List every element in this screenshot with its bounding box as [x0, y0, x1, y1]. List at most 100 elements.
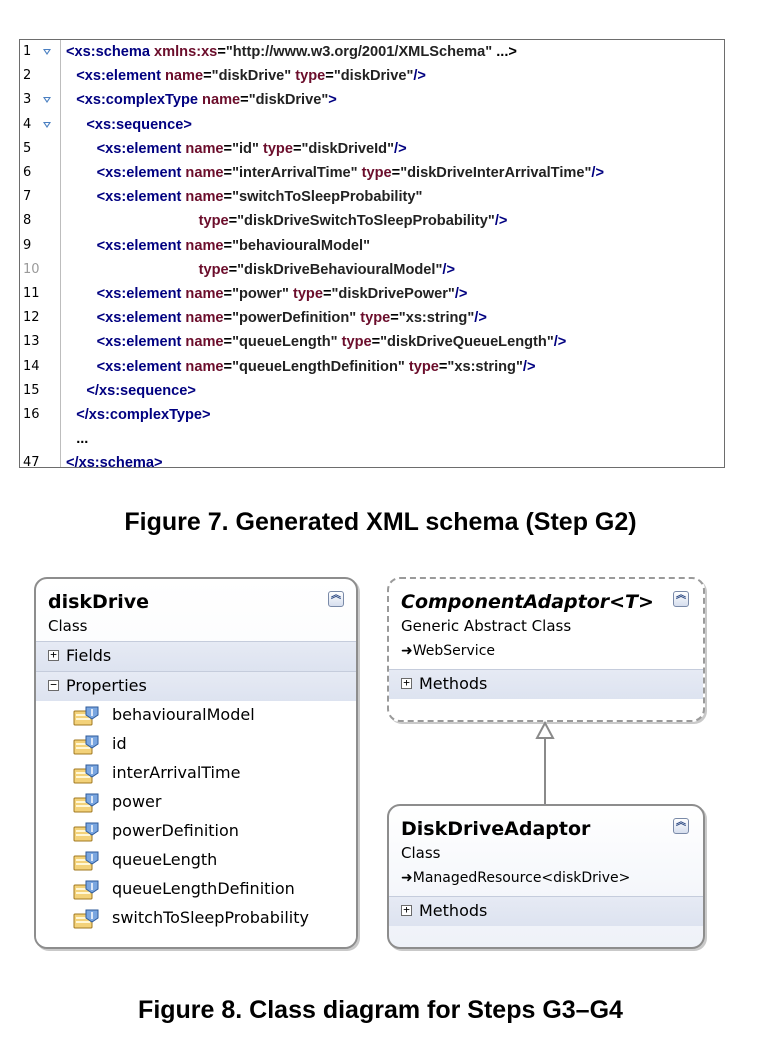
code-token: "diskDrive"	[211, 68, 296, 85]
code-line: 16 </xs:complexType>	[20, 403, 724, 427]
property-label: id	[112, 734, 127, 753]
componentadaptor-inherits: ➜WebService	[401, 643, 495, 659]
code-token: "diskDriveSwitchToSleepProbability"	[237, 213, 495, 230]
line-number: 10	[23, 261, 40, 277]
diskdrive-collapse-icon[interactable]: ︽	[328, 591, 344, 607]
code-text: type="diskDriveSwitchToSleepProbability"…	[199, 209, 508, 233]
fields-label: Fields	[66, 646, 112, 665]
code-text: </xs:schema>	[66, 451, 163, 467]
code-line: 4 <xs:sequence>	[20, 113, 724, 137]
code-token: </xs:sequence>	[86, 382, 196, 399]
componentadaptor-class-box[interactable]: ComponentAdaptor<T> Generic Abstract Cla…	[387, 577, 705, 722]
property-icon	[72, 850, 100, 872]
componentadaptor-collapse-icon[interactable]: ︽	[673, 591, 689, 607]
code-token: =	[223, 189, 233, 206]
code-token: <xs:element	[96, 310, 186, 327]
collapse-minus-icon[interactable]: −	[48, 679, 59, 691]
componentadaptor-methods-section[interactable]: + Methods	[389, 669, 703, 699]
property-item[interactable]: queueLength	[72, 848, 352, 876]
diskdriveadaptor-collapse-icon[interactable]: ︽	[673, 818, 689, 834]
code-token: "behaviouralModel"	[232, 237, 370, 254]
property-item[interactable]: switchToSleepProbability	[72, 906, 352, 934]
line-number: 9	[23, 237, 32, 253]
diskdrive-class-box[interactable]: diskDrive Class ︽ + Fields − Properties …	[34, 577, 358, 949]
code-token: =	[228, 213, 238, 230]
property-icon	[72, 908, 100, 930]
code-line: 1 <xs:schema xmlns:xs="http://www.w3.org/…	[20, 40, 724, 64]
code-token: =	[223, 358, 233, 375]
code-text: <xs:element name="queueLength" type="dis…	[97, 330, 567, 354]
property-item[interactable]: powerDefinition	[72, 819, 352, 847]
fold-toggle-icon[interactable]	[43, 121, 51, 128]
code-line: 5 <xs:element name="id" type="diskDriveId…	[20, 137, 724, 161]
property-icon	[72, 879, 100, 901]
componentadaptor-class-stereotype: Generic Abstract Class	[401, 617, 572, 635]
code-token: "powerDefinition"	[232, 310, 361, 327]
code-token: "diskDriveId"	[301, 140, 395, 157]
code-text: <xs:element name="behaviouralModel"	[97, 234, 370, 258]
expand-plus-icon[interactable]: +	[401, 677, 412, 689]
code-token: <xs:element	[96, 189, 186, 206]
property-label: behaviouralModel	[112, 705, 255, 724]
code-token: ...>	[492, 44, 517, 60]
code-token: "id"	[232, 140, 263, 157]
diskdriveadaptor-class-box[interactable]: DiskDriveAdaptor Class ➜ManagedResource<…	[387, 804, 705, 949]
code-token: "queueLength"	[232, 334, 342, 351]
property-item[interactable]: queueLengthDefinition	[72, 877, 352, 905]
expand-plus-icon[interactable]: +	[48, 649, 59, 661]
code-token: name	[185, 286, 224, 302]
property-label: power	[112, 792, 162, 811]
line-number: 16	[23, 407, 40, 422]
code-line: 15 </xs:sequence>	[20, 379, 724, 403]
expand-plus-icon[interactable]: +	[401, 904, 412, 916]
inheritance-triangle-icon	[535, 720, 555, 739]
fold-toggle-icon[interactable]	[43, 97, 51, 104]
code-token: "xs:string"	[447, 358, 523, 375]
code-token: "power"	[232, 286, 293, 302]
diskdriveadaptor-base-class: ManagedResource<diskDrive>	[412, 870, 631, 886]
line-number: 14	[23, 358, 40, 374]
code-line: 3 <xs:complexType name="diskDrive">	[20, 88, 724, 112]
line-number: 8	[23, 213, 32, 229]
diskdrive-class-stereotype: Class	[48, 617, 88, 635]
code-token: =	[240, 92, 249, 109]
code-line: 9 <xs:element name="behaviouralModel"	[20, 234, 724, 258]
diskdrive-fields-section[interactable]: + Fields	[36, 641, 356, 671]
line-number: 7	[23, 189, 32, 205]
diskdriveadaptor-methods-section[interactable]: + Methods	[389, 896, 703, 926]
fold-toggle-icon[interactable]	[43, 49, 51, 55]
code-token: type	[408, 358, 439, 375]
code-token: />	[591, 165, 604, 181]
code-line: ...	[20, 427, 724, 451]
line-number: 6	[23, 165, 32, 180]
diskdrive-properties-section[interactable]: − Properties	[36, 671, 356, 701]
code-token: <xs:element	[96, 334, 186, 351]
code-line: 47 </xs:schema>	[20, 451, 724, 467]
property-item[interactable]: interArrivalTime	[72, 761, 352, 789]
property-label: interArrivalTime	[112, 763, 241, 782]
code-token: >	[328, 92, 337, 109]
line-number: 13	[23, 334, 40, 350]
property-label: switchToSleepProbability	[112, 908, 309, 927]
code-line: 8 type="diskDriveSwitchToSleepProbability…	[20, 209, 724, 233]
code-token: type	[361, 165, 392, 181]
code-token: "diskDriveInterArrivalTime"	[400, 165, 592, 181]
property-item[interactable]: power	[72, 790, 352, 818]
code-token: ...	[76, 431, 89, 448]
code-token: <xs:element	[76, 68, 166, 85]
methods-label: Methods	[419, 901, 488, 920]
code-line: 7 <xs:element name="switchToSleepProbabil…	[20, 185, 724, 209]
code-text: <xs:sequence>	[86, 113, 191, 137]
code-line: 6 <xs:element name="interArrivalTime" typ…	[20, 161, 724, 185]
code-token: "diskDrivePower"	[331, 286, 455, 302]
code-text: <xs:element name="powerDefinition" type=…	[97, 306, 487, 330]
property-item[interactable]: id	[72, 732, 352, 760]
code-token: />	[394, 140, 407, 157]
code-token: <xs:element	[96, 358, 186, 375]
code-token: "interArrivalTime"	[232, 165, 362, 181]
code-token: name	[202, 92, 241, 109]
line-number: 11	[23, 286, 40, 301]
code-token: <xs:element	[96, 140, 186, 157]
methods-label: Methods	[419, 674, 488, 693]
property-item[interactable]: behaviouralModel	[72, 703, 352, 731]
